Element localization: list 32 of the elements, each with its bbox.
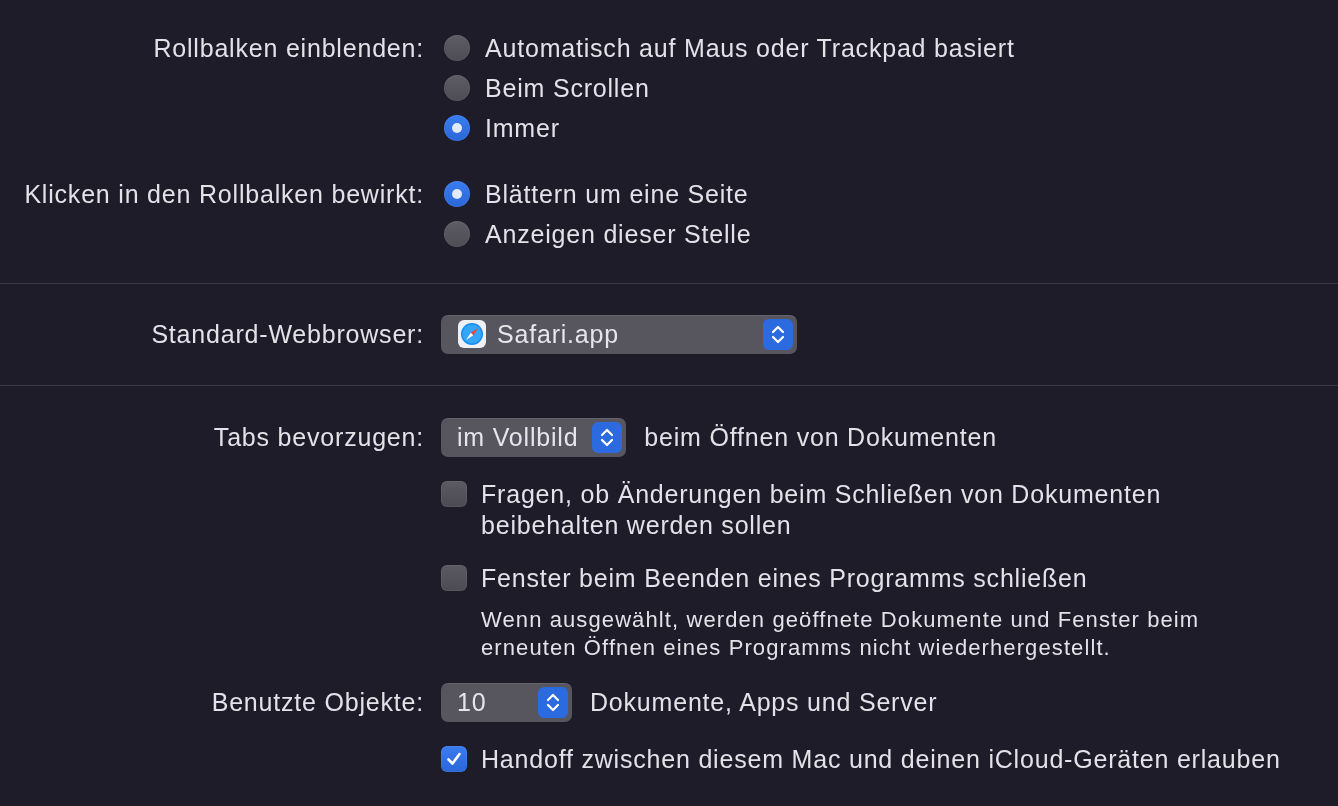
option-label: Beim Scrollen: [485, 73, 650, 103]
radio-button[interactable]: [444, 75, 470, 101]
chevron-up-down-icon: [763, 318, 793, 350]
popup-button[interactable]: im Vollbild: [441, 417, 627, 457]
setting-label: Klicken in den Rollbalken bewirkt:: [24, 179, 424, 210]
radio-button[interactable]: [444, 181, 470, 207]
checkbox[interactable]: [441, 481, 467, 507]
checkmark-icon: [445, 750, 463, 768]
description-text: Wenn ausgewählt, werden geöffnete Dokumente und Fenster beim erneuten Öffnen eines Programms nicht wiederhergestellt.: [481, 606, 1201, 662]
setting-label: Benutzte Objekte:: [211, 687, 424, 718]
setting-label: Standard-Webbrowser:: [151, 319, 424, 350]
checkbox-label: Handoff zwischen diesem Mac und deinen iCloud-Geräten erlauben: [481, 744, 1281, 775]
radio-button[interactable]: [444, 115, 470, 141]
popup-button[interactable]: 10: [441, 682, 572, 722]
option-label: Anzeigen dieser Stelle: [485, 219, 752, 249]
setting-text: Dokumente, Apps und Server: [590, 687, 938, 717]
setting-label: Tabs bevorzugen:: [213, 422, 424, 453]
radio-button[interactable]: [444, 35, 470, 61]
chevron-up-down-icon: [538, 686, 568, 718]
checkbox[interactable]: [441, 746, 467, 772]
option-label: Blättern um eine Seite: [485, 179, 749, 209]
checkbox-label: Fragen, ob Änderungen beim Schließen von Dokumenten beibehalten werden sollen: [481, 479, 1163, 541]
option-label: Immer: [485, 113, 560, 143]
checkbox[interactable]: [441, 565, 467, 591]
chevron-up-down-icon: [592, 421, 623, 453]
setting-label: Rollbalken einblenden:: [153, 33, 424, 64]
checkbox-label: Fenster beim Beenden eines Programms schließen: [481, 563, 1088, 594]
popup-button[interactable]: Safari.app: [441, 314, 797, 354]
option-label: Automatisch auf Maus oder Trackpad basiert: [485, 33, 1015, 63]
compass-app-icon: [458, 320, 486, 348]
radio-button[interactable]: [444, 221, 470, 247]
setting-text: beim Öffnen von Dokumenten: [644, 422, 997, 452]
